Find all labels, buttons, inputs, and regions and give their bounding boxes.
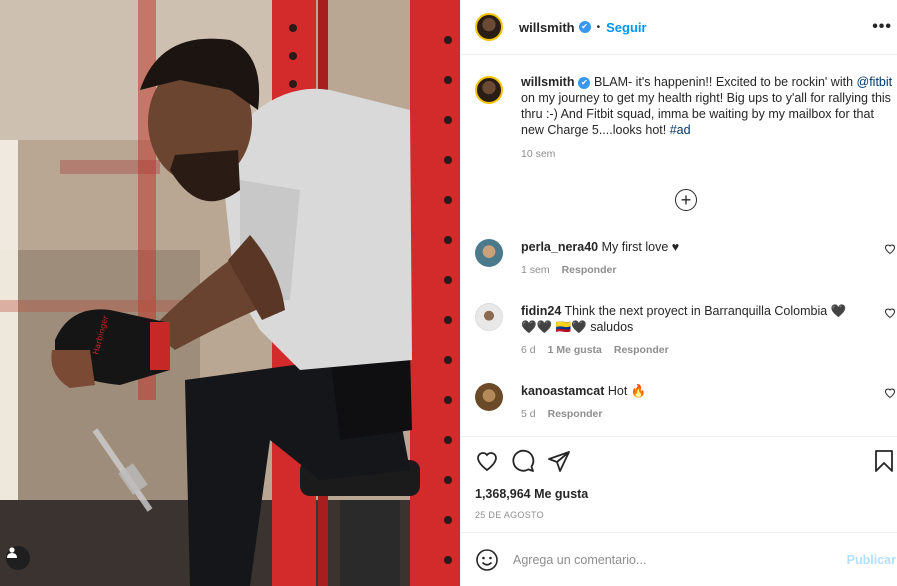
likes-count[interactable]: 1,368,964 Me gusta bbox=[475, 487, 588, 501]
caption-text: willsmith ✔ BLAM- it's happenin!! Excited… bbox=[521, 74, 895, 138]
post-photo-illustration: Harbinger bbox=[0, 0, 460, 586]
like-comment-heart-icon[interactable] bbox=[884, 387, 896, 399]
author-username[interactable]: willsmith bbox=[519, 20, 575, 35]
comment-likes[interactable]: 1 Me gusta bbox=[548, 344, 602, 356]
commenter-username[interactable]: fidin24 bbox=[521, 304, 561, 318]
caption-verified-icon: ✔ bbox=[578, 76, 591, 89]
author-avatar[interactable] bbox=[475, 13, 503, 41]
reply-button[interactable]: Responder bbox=[614, 344, 669, 356]
separator-dot: • bbox=[596, 21, 601, 33]
load-more-comments-button[interactable]: + bbox=[675, 189, 697, 211]
commenter-username[interactable]: perla_nera40 bbox=[521, 240, 598, 254]
caption-body-start: BLAM- it's happenin!! Excited to be rock… bbox=[590, 75, 857, 89]
commenter-avatar[interactable] bbox=[475, 303, 503, 331]
emoji-icon[interactable] bbox=[475, 548, 499, 572]
add-comment-bar: Agrega un comentario... Publicar bbox=[461, 532, 897, 586]
publish-button[interactable]: Publicar bbox=[847, 553, 896, 567]
more-options-icon[interactable]: ••• bbox=[872, 18, 892, 36]
post-sidebar: willsmith ✔ • Seguir ••• willsmith ✔ BLAM… bbox=[460, 0, 897, 586]
comment-text: Hot 🔥 bbox=[607, 384, 647, 398]
like-comment-heart-icon[interactable] bbox=[884, 307, 896, 319]
tagged-users-button[interactable] bbox=[6, 546, 30, 570]
caption-body-end: on my journey to get my health right! Bi… bbox=[521, 91, 891, 137]
hashtag-link[interactable]: #ad bbox=[670, 123, 691, 137]
reply-button[interactable]: Responder bbox=[548, 408, 603, 420]
caption-username[interactable]: willsmith bbox=[521, 75, 574, 89]
comment-time[interactable]: 6 d bbox=[521, 344, 536, 356]
mention-link[interactable]: @fitbit bbox=[857, 75, 893, 89]
reply-button[interactable]: Responder bbox=[562, 264, 617, 276]
comment-item: perla_nera40 My first love ♥ 1 sem Respon… bbox=[475, 239, 896, 276]
comment-bubble-icon[interactable] bbox=[511, 449, 535, 473]
caption-timestamp[interactable]: 10 sem bbox=[521, 148, 895, 160]
bookmark-icon[interactable] bbox=[872, 449, 896, 473]
commenter-avatar[interactable] bbox=[475, 383, 503, 411]
comment-item: fidin24 Think the next proyect in Barran… bbox=[475, 303, 896, 356]
commenter-username[interactable]: kanoastamcat bbox=[521, 384, 604, 398]
user-icon bbox=[7, 547, 17, 558]
commenter-avatar[interactable] bbox=[475, 239, 503, 267]
comment-text: Think the next proyect in Barranquilla C… bbox=[521, 304, 847, 334]
post-header: willsmith ✔ • Seguir ••• bbox=[461, 0, 897, 55]
post-image[interactable]: Harbinger bbox=[0, 0, 460, 586]
comment-item: kanoastamcat Hot 🔥 5 d Responder bbox=[475, 383, 896, 420]
comment-input[interactable]: Agrega un comentario... bbox=[513, 553, 646, 567]
share-paper-plane-icon[interactable] bbox=[547, 449, 571, 473]
like-heart-icon[interactable] bbox=[475, 449, 499, 473]
caption-author-avatar[interactable] bbox=[475, 76, 503, 104]
comment-time[interactable]: 5 d bbox=[521, 408, 536, 420]
comment-time[interactable]: 1 sem bbox=[521, 264, 550, 276]
like-comment-heart-icon[interactable] bbox=[884, 243, 896, 255]
post-date[interactable]: 25 DE AGOSTO bbox=[475, 510, 544, 520]
comment-text: My first love ♥ bbox=[601, 240, 680, 254]
verified-badge-icon: ✔ bbox=[578, 21, 591, 33]
post-caption: willsmith ✔ BLAM- it's happenin!! Excited… bbox=[475, 74, 895, 160]
follow-button[interactable]: Seguir bbox=[606, 20, 646, 35]
